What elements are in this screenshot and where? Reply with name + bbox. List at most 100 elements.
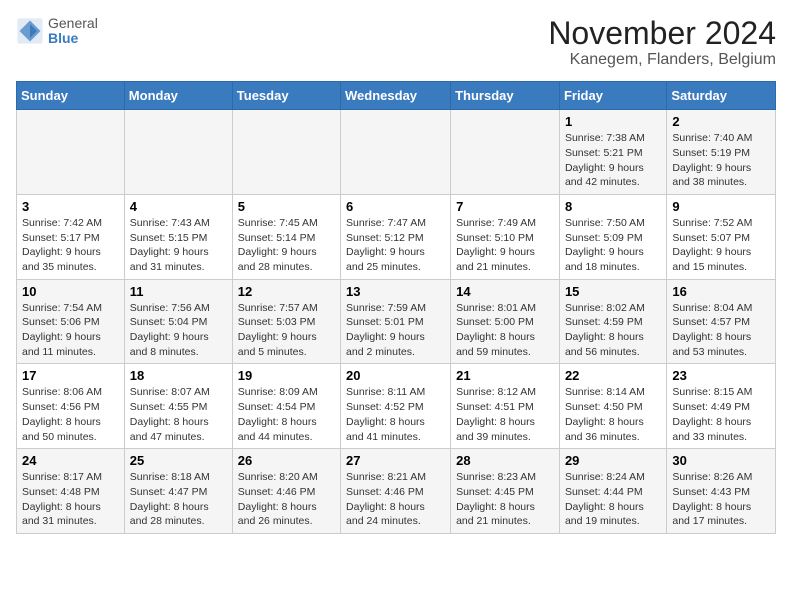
day-info: Sunrise: 8:14 AM Sunset: 4:50 PM Dayligh… xyxy=(565,385,661,444)
weekday-header: Thursday xyxy=(451,82,560,110)
day-info: Sunrise: 7:49 AM Sunset: 5:10 PM Dayligh… xyxy=(456,216,554,275)
day-info: Sunrise: 7:59 AM Sunset: 5:01 PM Dayligh… xyxy=(346,301,445,360)
day-info: Sunrise: 7:56 AM Sunset: 5:04 PM Dayligh… xyxy=(130,301,227,360)
calendar-cell: 24 Sunrise: 8:17 AM Sunset: 4:48 PM Dayli… xyxy=(17,449,125,534)
day-number: 12 xyxy=(238,284,335,299)
weekday-header: Tuesday xyxy=(232,82,340,110)
calendar-cell xyxy=(232,110,340,195)
day-info: Sunrise: 8:21 AM Sunset: 4:46 PM Dayligh… xyxy=(346,470,445,529)
calendar-cell: 5 Sunrise: 7:45 AM Sunset: 5:14 PM Daylig… xyxy=(232,194,340,279)
day-number: 23 xyxy=(672,368,770,383)
day-info: Sunrise: 7:57 AM Sunset: 5:03 PM Dayligh… xyxy=(238,301,335,360)
day-number: 18 xyxy=(130,368,227,383)
calendar-title: November 2024 xyxy=(548,16,776,51)
calendar-cell xyxy=(341,110,451,195)
day-info: Sunrise: 8:04 AM Sunset: 4:57 PM Dayligh… xyxy=(672,301,770,360)
calendar-subtitle: Kanegem, Flanders, Belgium xyxy=(548,51,776,69)
day-info: Sunrise: 8:07 AM Sunset: 4:55 PM Dayligh… xyxy=(130,385,227,444)
day-number: 10 xyxy=(22,284,119,299)
day-info: Sunrise: 8:20 AM Sunset: 4:46 PM Dayligh… xyxy=(238,470,335,529)
day-info: Sunrise: 7:40 AM Sunset: 5:19 PM Dayligh… xyxy=(672,131,770,190)
day-number: 5 xyxy=(238,199,335,214)
day-info: Sunrise: 8:26 AM Sunset: 4:43 PM Dayligh… xyxy=(672,470,770,529)
day-number: 28 xyxy=(456,453,554,468)
calendar-cell xyxy=(451,110,560,195)
day-info: Sunrise: 7:38 AM Sunset: 5:21 PM Dayligh… xyxy=(565,131,661,190)
day-info: Sunrise: 7:42 AM Sunset: 5:17 PM Dayligh… xyxy=(22,216,119,275)
day-number: 25 xyxy=(130,453,227,468)
page-header: General Blue November 2024 Kanegem, Flan… xyxy=(16,16,776,69)
weekday-header: Friday xyxy=(559,82,666,110)
calendar-cell: 18 Sunrise: 8:07 AM Sunset: 4:55 PM Dayli… xyxy=(124,364,232,449)
calendar-cell: 4Sunrise: 7:43 AM Sunset: 5:15 PM Daylig… xyxy=(124,194,232,279)
day-number: 19 xyxy=(238,368,335,383)
weekday-header: Wednesday xyxy=(341,82,451,110)
day-number: 6 xyxy=(346,199,445,214)
calendar-cell: 13 Sunrise: 7:59 AM Sunset: 5:01 PM Dayli… xyxy=(341,279,451,364)
calendar-table: SundayMondayTuesdayWednesdayThursdayFrid… xyxy=(16,81,776,534)
calendar-week-row: 3 Sunrise: 7:42 AM Sunset: 5:17 PM Daylig… xyxy=(17,194,776,279)
calendar-cell: 25 Sunrise: 8:18 AM Sunset: 4:47 PM Dayli… xyxy=(124,449,232,534)
calendar-cell: 16 Sunrise: 8:04 AM Sunset: 4:57 PM Dayli… xyxy=(667,279,776,364)
day-number: 9 xyxy=(672,199,770,214)
calendar-cell: 2 Sunrise: 7:40 AM Sunset: 5:19 PM Daylig… xyxy=(667,110,776,195)
calendar-week-row: 10Sunrise: 7:54 AM Sunset: 5:06 PM Dayli… xyxy=(17,279,776,364)
calendar-cell: 11 Sunrise: 7:56 AM Sunset: 5:04 PM Dayli… xyxy=(124,279,232,364)
day-info: Sunrise: 8:18 AM Sunset: 4:47 PM Dayligh… xyxy=(130,470,227,529)
day-info: Sunrise: 7:45 AM Sunset: 5:14 PM Dayligh… xyxy=(238,216,335,275)
day-info: Sunrise: 8:06 AM Sunset: 4:56 PM Dayligh… xyxy=(22,385,119,444)
day-number: 15 xyxy=(565,284,661,299)
day-number: 17 xyxy=(22,368,119,383)
logo-text: General Blue xyxy=(48,16,98,47)
day-info: Sunrise: 7:52 AM Sunset: 5:07 PM Dayligh… xyxy=(672,216,770,275)
title-block: November 2024 Kanegem, Flanders, Belgium xyxy=(548,16,776,69)
day-number: 30 xyxy=(672,453,770,468)
day-number: 16 xyxy=(672,284,770,299)
calendar-cell: 15 Sunrise: 8:02 AM Sunset: 4:59 PM Dayli… xyxy=(559,279,666,364)
logo-icon xyxy=(16,17,44,45)
calendar-cell: 8Sunrise: 7:50 AM Sunset: 5:09 PM Daylig… xyxy=(559,194,666,279)
calendar-cell: 10Sunrise: 7:54 AM Sunset: 5:06 PM Dayli… xyxy=(17,279,125,364)
day-info: Sunrise: 7:50 AM Sunset: 5:09 PM Dayligh… xyxy=(565,216,661,275)
logo-general: General xyxy=(48,16,98,31)
calendar-week-row: 1 Sunrise: 7:38 AM Sunset: 5:21 PM Daylig… xyxy=(17,110,776,195)
day-number: 3 xyxy=(22,199,119,214)
day-info: Sunrise: 7:47 AM Sunset: 5:12 PM Dayligh… xyxy=(346,216,445,275)
day-number: 27 xyxy=(346,453,445,468)
day-info: Sunrise: 8:02 AM Sunset: 4:59 PM Dayligh… xyxy=(565,301,661,360)
calendar-cell: 17 Sunrise: 8:06 AM Sunset: 4:56 PM Dayli… xyxy=(17,364,125,449)
day-number: 24 xyxy=(22,453,119,468)
calendar-cell xyxy=(17,110,125,195)
calendar-cell: 20Sunrise: 8:11 AM Sunset: 4:52 PM Dayli… xyxy=(341,364,451,449)
day-number: 11 xyxy=(130,284,227,299)
calendar-cell: 6 Sunrise: 7:47 AM Sunset: 5:12 PM Daylig… xyxy=(341,194,451,279)
calendar-cell: 14Sunrise: 8:01 AM Sunset: 5:00 PM Dayli… xyxy=(451,279,560,364)
day-number: 7 xyxy=(456,199,554,214)
calendar-cell: 22Sunrise: 8:14 AM Sunset: 4:50 PM Dayli… xyxy=(559,364,666,449)
calendar-cell: 1 Sunrise: 7:38 AM Sunset: 5:21 PM Daylig… xyxy=(559,110,666,195)
day-number: 13 xyxy=(346,284,445,299)
calendar-cell: 19Sunrise: 8:09 AM Sunset: 4:54 PM Dayli… xyxy=(232,364,340,449)
day-info: Sunrise: 7:43 AM Sunset: 5:15 PM Dayligh… xyxy=(130,216,227,275)
calendar-week-row: 24 Sunrise: 8:17 AM Sunset: 4:48 PM Dayli… xyxy=(17,449,776,534)
day-number: 2 xyxy=(672,114,770,129)
weekday-header: Sunday xyxy=(17,82,125,110)
day-info: Sunrise: 8:23 AM Sunset: 4:45 PM Dayligh… xyxy=(456,470,554,529)
calendar-cell: 9 Sunrise: 7:52 AM Sunset: 5:07 PM Daylig… xyxy=(667,194,776,279)
logo-blue: Blue xyxy=(48,31,98,46)
calendar-cell: 29Sunrise: 8:24 AM Sunset: 4:44 PM Dayli… xyxy=(559,449,666,534)
calendar-cell: 28 Sunrise: 8:23 AM Sunset: 4:45 PM Dayli… xyxy=(451,449,560,534)
calendar-week-row: 17 Sunrise: 8:06 AM Sunset: 4:56 PM Dayli… xyxy=(17,364,776,449)
calendar-cell: 7 Sunrise: 7:49 AM Sunset: 5:10 PM Daylig… xyxy=(451,194,560,279)
calendar-cell: 12 Sunrise: 7:57 AM Sunset: 5:03 PM Dayli… xyxy=(232,279,340,364)
weekday-header-row: SundayMondayTuesdayWednesdayThursdayFrid… xyxy=(17,82,776,110)
day-info: Sunrise: 8:17 AM Sunset: 4:48 PM Dayligh… xyxy=(22,470,119,529)
day-number: 26 xyxy=(238,453,335,468)
day-info: Sunrise: 8:12 AM Sunset: 4:51 PM Dayligh… xyxy=(456,385,554,444)
day-number: 1 xyxy=(565,114,661,129)
day-info: Sunrise: 8:24 AM Sunset: 4:44 PM Dayligh… xyxy=(565,470,661,529)
day-info: Sunrise: 8:15 AM Sunset: 4:49 PM Dayligh… xyxy=(672,385,770,444)
calendar-cell: 23 Sunrise: 8:15 AM Sunset: 4:49 PM Dayli… xyxy=(667,364,776,449)
weekday-header: Saturday xyxy=(667,82,776,110)
logo: General Blue xyxy=(16,16,98,47)
